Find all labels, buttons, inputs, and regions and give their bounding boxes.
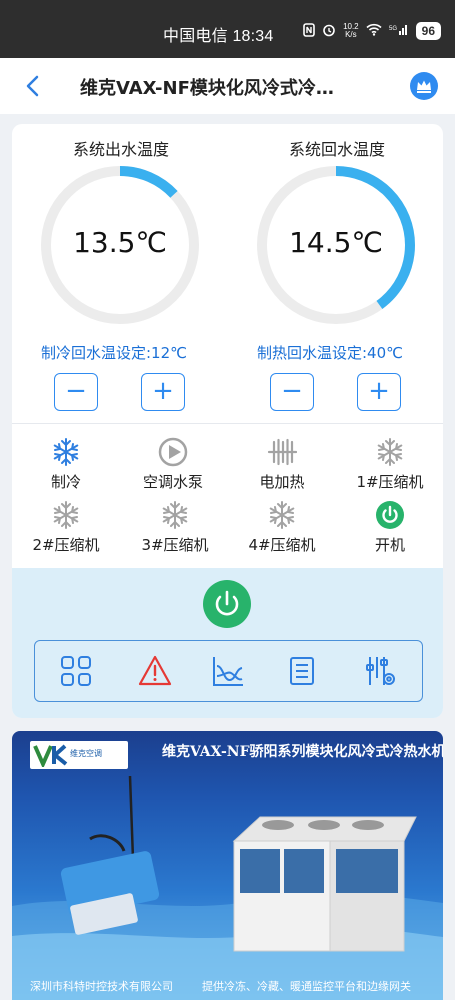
crown-icon bbox=[417, 80, 431, 93]
status-label: 1#压缩机 bbox=[356, 473, 424, 491]
cool-setpoint-label: 制冷回水温设定:12℃ bbox=[41, 344, 187, 362]
cool-decrease-button[interactable]: − bbox=[54, 373, 98, 411]
power-button[interactable] bbox=[203, 580, 251, 628]
status-water-pump: 空调水泵 bbox=[118, 437, 228, 492]
heat-increase-button[interactable]: + bbox=[357, 373, 401, 411]
alarm-icon[interactable] bbox=[138, 654, 172, 688]
power-icon bbox=[375, 500, 405, 530]
snowflake-icon bbox=[375, 437, 405, 467]
status-power-on: 开机 bbox=[335, 500, 443, 555]
settings-icon[interactable] bbox=[363, 654, 397, 688]
brand-logo: 维克空调 bbox=[30, 741, 128, 769]
network-speed: 10.2 K/s bbox=[343, 22, 359, 39]
toolbar bbox=[34, 640, 423, 702]
status-compressor-2: 2#压缩机 bbox=[12, 500, 121, 555]
status-label: 电加热 bbox=[259, 473, 305, 491]
wifi-icon bbox=[366, 23, 382, 39]
product-banner[interactable]: 维克空调 维克VAX-NF骄阳系列模块化风冷式冷热水机组 深圳市科特时控技术有限… bbox=[12, 731, 443, 1000]
banner-title: 维克VAX-NF骄阳系列模块化风冷式冷热水机组 bbox=[162, 744, 443, 760]
vip-button[interactable] bbox=[410, 72, 438, 100]
cool-increase-button[interactable]: + bbox=[141, 373, 185, 411]
list-icon[interactable] bbox=[285, 654, 319, 688]
vk-logo-icon bbox=[33, 744, 68, 767]
alarm-clock-icon bbox=[322, 23, 336, 40]
snowflake-icon bbox=[160, 500, 190, 530]
back-button[interactable] bbox=[18, 72, 48, 100]
gauge-value-outlet: 13.5℃ bbox=[73, 226, 167, 259]
status-bar: 中国电信 18:34 10.2 K/s 5G 96 bbox=[0, 0, 455, 58]
page-title: 维克VAX-NF模块化风冷式冷… bbox=[80, 78, 334, 99]
gauge-title-return: 系统回水温度 bbox=[288, 140, 385, 159]
heat-decrease-button[interactable]: − bbox=[270, 373, 314, 411]
status-compressor-4: 4#压缩机 bbox=[227, 500, 337, 555]
status-label: 制冷 bbox=[50, 473, 81, 491]
heat-setpoint-label: 制热回水温设定:40℃ bbox=[257, 344, 403, 362]
gauge-value-return: 14.5℃ bbox=[289, 226, 383, 259]
status-electric-heater: 电加热 bbox=[227, 437, 337, 492]
divider bbox=[12, 423, 443, 424]
status-label: 2#压缩机 bbox=[32, 536, 100, 554]
status-label: 4#压缩机 bbox=[248, 536, 316, 554]
control-area bbox=[12, 568, 443, 718]
main-panel: 系统出水温度 系统回水温度 13.5℃ 14.5℃ 制冷回水温设定:12℃ 制热… bbox=[12, 124, 443, 718]
svg-text:5G: 5G bbox=[389, 26, 397, 32]
status-time: 中国电信 18:34 bbox=[163, 28, 274, 45]
gauge-title-outlet: 系统出水温度 bbox=[72, 140, 169, 159]
gauge-return: 14.5℃ bbox=[255, 164, 417, 326]
signal-icon: 5G bbox=[389, 23, 409, 39]
snowflake-icon bbox=[51, 500, 81, 530]
banner-footer-company: 深圳市科特时控技术有限公司 bbox=[30, 980, 173, 993]
battery-indicator: 96 bbox=[415, 22, 441, 40]
snowflake-icon bbox=[51, 437, 81, 467]
status-icons: 10.2 K/s 5G 96 bbox=[303, 22, 441, 40]
chart-icon[interactable] bbox=[211, 654, 245, 688]
nfc-icon bbox=[303, 22, 315, 40]
nav-bar: 维克VAX-NF模块化风冷式冷… bbox=[0, 58, 455, 114]
status-label: 空调水泵 bbox=[142, 473, 203, 491]
gauge-outlet: 13.5℃ bbox=[39, 164, 201, 326]
status-label: 3#压缩机 bbox=[141, 536, 209, 554]
chevron-left-icon bbox=[26, 75, 39, 97]
status-label: 开机 bbox=[374, 536, 405, 554]
pump-icon bbox=[158, 437, 188, 467]
grid-icon[interactable] bbox=[59, 654, 93, 688]
power-icon bbox=[215, 590, 239, 616]
logo-text: 维克空调 bbox=[70, 749, 102, 758]
status-compressor-1: 1#压缩机 bbox=[335, 437, 443, 492]
banner-artwork bbox=[12, 775, 443, 1000]
banner-footer-service: 提供冷冻、冷藏、暖通监控平台和边缘网关 bbox=[202, 980, 411, 993]
snowflake-icon bbox=[267, 500, 297, 530]
heater-icon bbox=[267, 437, 298, 467]
status-cooling: 制冷 bbox=[12, 437, 121, 492]
status-compressor-3: 3#压缩机 bbox=[120, 500, 230, 555]
